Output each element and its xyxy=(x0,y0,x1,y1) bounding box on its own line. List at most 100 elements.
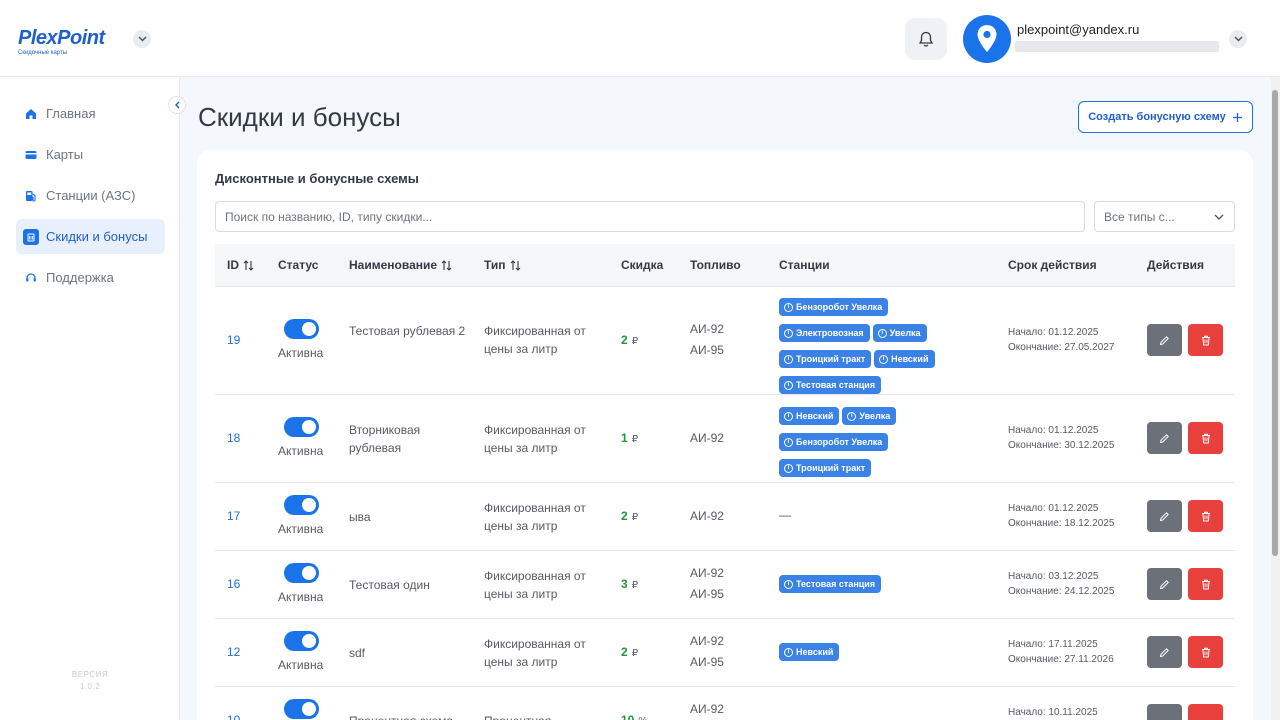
app-switcher-chevron-down-icon[interactable] xyxy=(133,30,151,48)
validity-dates: Начало: 03.12.2025 Окончание: 24.12.2025 xyxy=(1008,569,1114,599)
edit-button[interactable] xyxy=(1147,324,1182,356)
info-icon: i xyxy=(784,380,793,390)
discount-value: 2 ₽ xyxy=(621,509,638,523)
version-number: 1.0.2 xyxy=(79,682,101,691)
station-tag[interactable]: i Невский xyxy=(874,350,935,368)
sidebar-collapse-button[interactable] xyxy=(168,96,186,114)
station-tag-label: Троицкий тракт xyxy=(796,463,866,473)
station-tag[interactable]: i Увелка xyxy=(872,324,927,342)
type-filter-value: Все типы с... xyxy=(1104,209,1175,224)
logo-subtitle: Скидочные карты xyxy=(18,50,68,56)
column-header-discount: Скидка xyxy=(621,258,663,272)
station-tag[interactable]: i Тестовая станция xyxy=(779,575,882,593)
column-header-label: Тип xyxy=(484,258,506,272)
sidebar-item-cards[interactable]: Карты xyxy=(16,137,165,172)
info-icon: i xyxy=(784,437,793,447)
card-icon xyxy=(24,148,38,162)
column-header-type[interactable]: Тип xyxy=(484,258,521,272)
row-id-link[interactable]: 17 xyxy=(227,509,240,523)
start-date: Начало: 01.12.2025 xyxy=(1008,425,1099,436)
column-header-label: Топливо xyxy=(690,258,741,272)
edit-button[interactable] xyxy=(1147,704,1182,720)
row-id-link[interactable]: 10 xyxy=(227,713,240,720)
delete-button[interactable] xyxy=(1188,422,1223,454)
fuel-item: АИ-95 xyxy=(690,587,724,601)
logo[interactable]: PlexPoint Скидочные карты xyxy=(18,28,105,57)
delete-button[interactable] xyxy=(1188,568,1223,600)
sidebar-item-stations[interactable]: Станции (АЗС) xyxy=(16,178,165,213)
plus-icon xyxy=(1232,112,1242,122)
station-tag[interactable]: i Троицкий тракт xyxy=(779,350,872,368)
sort-icon xyxy=(243,259,254,271)
station-tag[interactable]: i Электровозная xyxy=(779,324,870,342)
sidebar-item-home[interactable]: Главная xyxy=(16,96,165,131)
station-tag[interactable]: i Увелка xyxy=(842,407,897,425)
user-email[interactable]: plexpoint@yandex.ru xyxy=(1017,22,1139,37)
map-pin-icon xyxy=(977,25,997,52)
fuel-item: АИ-92 xyxy=(690,634,724,648)
status-text: Активна xyxy=(278,522,324,536)
sidebar-item-label: Главная xyxy=(46,106,96,121)
edit-button[interactable] xyxy=(1147,500,1182,532)
logo-title: PlexPoint xyxy=(18,27,105,49)
discount-unit: ₽ xyxy=(631,580,639,591)
row-id-link[interactable]: 19 xyxy=(227,333,240,347)
user-menu-chevron-down-icon[interactable] xyxy=(1229,30,1247,48)
chevron-left-icon xyxy=(174,101,179,109)
table-row: 19 Активна Тестовая рублевая 2 Фиксирова… xyxy=(215,287,1235,395)
info-icon: i xyxy=(784,463,793,473)
search-input[interactable]: Поиск по названию, ID, типу скидки... xyxy=(215,201,1085,232)
fuel-station-icon xyxy=(24,189,38,203)
sidebar-item-support[interactable]: Поддержка xyxy=(16,260,165,295)
station-tag-label: Тестовая станция xyxy=(796,380,876,390)
station-tag[interactable]: i Тестовая станция xyxy=(779,376,882,394)
pencil-icon xyxy=(1159,579,1169,589)
page-scrollbar-thumb[interactable] xyxy=(1272,90,1278,556)
row-id-link[interactable]: 12 xyxy=(227,645,240,659)
status-toggle[interactable] xyxy=(284,699,319,719)
status-text: Активна xyxy=(278,346,324,360)
delete-button[interactable] xyxy=(1188,500,1223,532)
notifications-button[interactable] xyxy=(905,18,947,60)
status-toggle[interactable] xyxy=(284,563,319,583)
station-tag[interactable]: i Невский xyxy=(779,643,840,661)
delete-button[interactable] xyxy=(1188,324,1223,356)
status-toggle[interactable] xyxy=(284,319,319,339)
table-row: 17 Активна ыва Фиксированная от цены за … xyxy=(215,483,1235,551)
end-date: Окончание: 30.12.2025 xyxy=(1008,440,1115,451)
create-bonus-scheme-button[interactable]: Создать бонусную схему xyxy=(1078,101,1253,133)
scheme-type: Фиксированная от цены за литр xyxy=(484,423,586,455)
fuel-list: АИ-92 АИ-95 xyxy=(690,563,724,605)
station-tag[interactable]: i Троицкий тракт xyxy=(779,459,872,477)
column-header-name[interactable]: Наименование xyxy=(349,258,452,272)
column-header-label: Наименование xyxy=(349,258,438,272)
edit-button[interactable] xyxy=(1147,636,1182,668)
avatar[interactable] xyxy=(963,15,1011,63)
row-id-link[interactable]: 16 xyxy=(227,577,240,591)
row-id-link[interactable]: 18 xyxy=(227,431,240,445)
edit-button[interactable] xyxy=(1147,422,1182,454)
edit-button[interactable] xyxy=(1147,568,1182,600)
station-tag-label: Тестовая станция xyxy=(796,579,876,589)
discount-value: 1 ₽ xyxy=(621,431,638,445)
info-icon: i xyxy=(784,647,793,657)
status-toggle[interactable] xyxy=(284,631,319,651)
station-tag[interactable]: i Невский xyxy=(779,407,840,425)
sidebar-item-label: Станции (АЗС) xyxy=(46,188,136,203)
station-tag-label: Увелка xyxy=(889,328,921,338)
scheme-type: Процентная xyxy=(484,712,604,720)
station-tag[interactable]: i Бензоробот Увелка xyxy=(779,298,889,316)
column-header-id[interactable]: ID xyxy=(227,258,254,272)
sidebar-item-discounts[interactable]: Скидки и бонусы xyxy=(16,219,165,254)
version-label: ВЕРСИЯ xyxy=(71,670,109,679)
status-toggle[interactable] xyxy=(284,495,319,515)
delete-button[interactable] xyxy=(1188,636,1223,668)
station-tag[interactable]: i Бензоробот Увелка xyxy=(779,433,889,451)
status-toggle[interactable] xyxy=(284,417,319,437)
bell-icon xyxy=(918,31,934,47)
discount-value: 10% xyxy=(621,713,647,720)
type-filter-select[interactable]: Все типы с... xyxy=(1094,201,1235,232)
start-date: Начало: 17.11.2025 xyxy=(1008,639,1098,650)
delete-button[interactable] xyxy=(1188,704,1223,720)
info-icon: i xyxy=(784,302,793,312)
